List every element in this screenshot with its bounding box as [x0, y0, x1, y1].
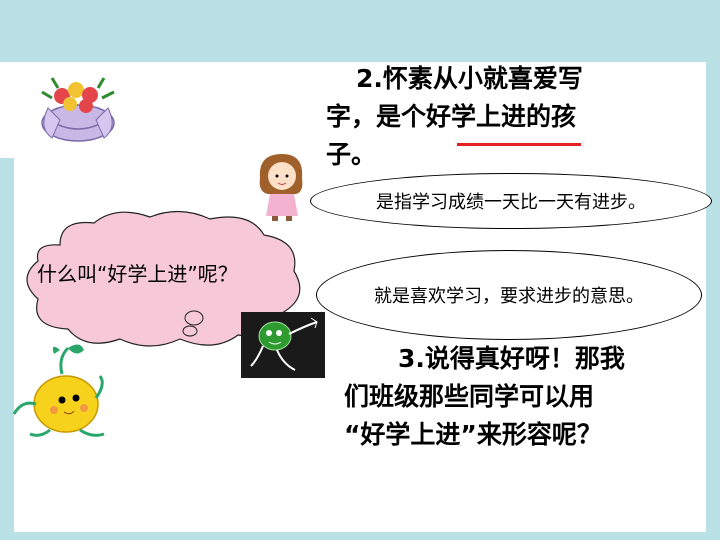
question-2-line-1: 2.怀素从小就喜爱写 [356, 64, 583, 93]
question-2-text: 2.怀素从小就喜爱写 字，是个好学上进的孩 子。 [326, 60, 656, 174]
question-3-line-2: 们班级那些同学可以用 [344, 382, 595, 411]
lemon-character-image [12, 344, 105, 437]
green-character-icon [250, 317, 318, 371]
answer-2-bubble: 就是喜欢学习，要求进步的意思。 [316, 250, 702, 340]
question-3-text: 3.说得真好呀！那我 们班级那些同学可以用 “好学上进”来形容呢？ [344, 340, 704, 454]
question-2-line-2: 字，是个好学上进的孩 [326, 102, 577, 131]
slide: 2.怀素从小就喜爱写 字，是个好学上进的孩 子。 是指学习成绩一天比一天有进步。… [0, 0, 720, 540]
answer-2-text: 就是喜欢学习，要求进步的意思。 [374, 286, 644, 307]
cloud-question: 什么叫“好学上进”呢？ [37, 262, 238, 286]
red-underline [457, 143, 581, 146]
question-3-line-1: 3.说得真好呀！那我 [398, 344, 625, 373]
question-3-line-3: “好学上进”来形容呢？ [344, 420, 602, 449]
answer-1-bubble: 是指学习成绩一天比一天有进步。 [310, 173, 712, 229]
answer-1-text: 是指学习成绩一天比一天有进步。 [376, 192, 646, 213]
dancing-character-image [241, 312, 325, 378]
question-2-line-3: 子。 [326, 140, 377, 169]
flower-basket-image [41, 77, 115, 142]
